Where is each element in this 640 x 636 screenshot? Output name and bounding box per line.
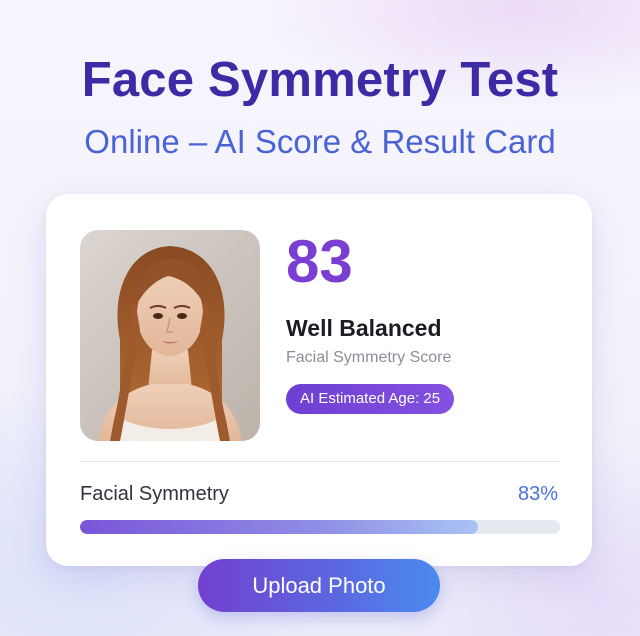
portrait-photo [80, 230, 260, 441]
age-badge: AI Estimated Age: 25 [286, 384, 455, 414]
symmetry-progress-fill [80, 520, 479, 534]
page-title: Face Symmetry Test [81, 53, 559, 107]
card-divider [80, 461, 560, 462]
symmetry-progress-bar [80, 520, 560, 534]
metric-label: Facial Symmetry [80, 483, 229, 505]
upload-photo-button[interactable]: Upload Photo [198, 559, 440, 612]
page-subtitle: Online – AI Score & Result Card [84, 123, 556, 160]
metric-value: 83% [517, 483, 558, 505]
symmetry-score: 83 [286, 228, 353, 295]
score-caption: Facial Symmetry Score [286, 349, 452, 366]
result-status: Well Balanced [286, 315, 442, 341]
result-card: 83 Well Balanced Facial Symmetry Score A… [46, 194, 592, 566]
